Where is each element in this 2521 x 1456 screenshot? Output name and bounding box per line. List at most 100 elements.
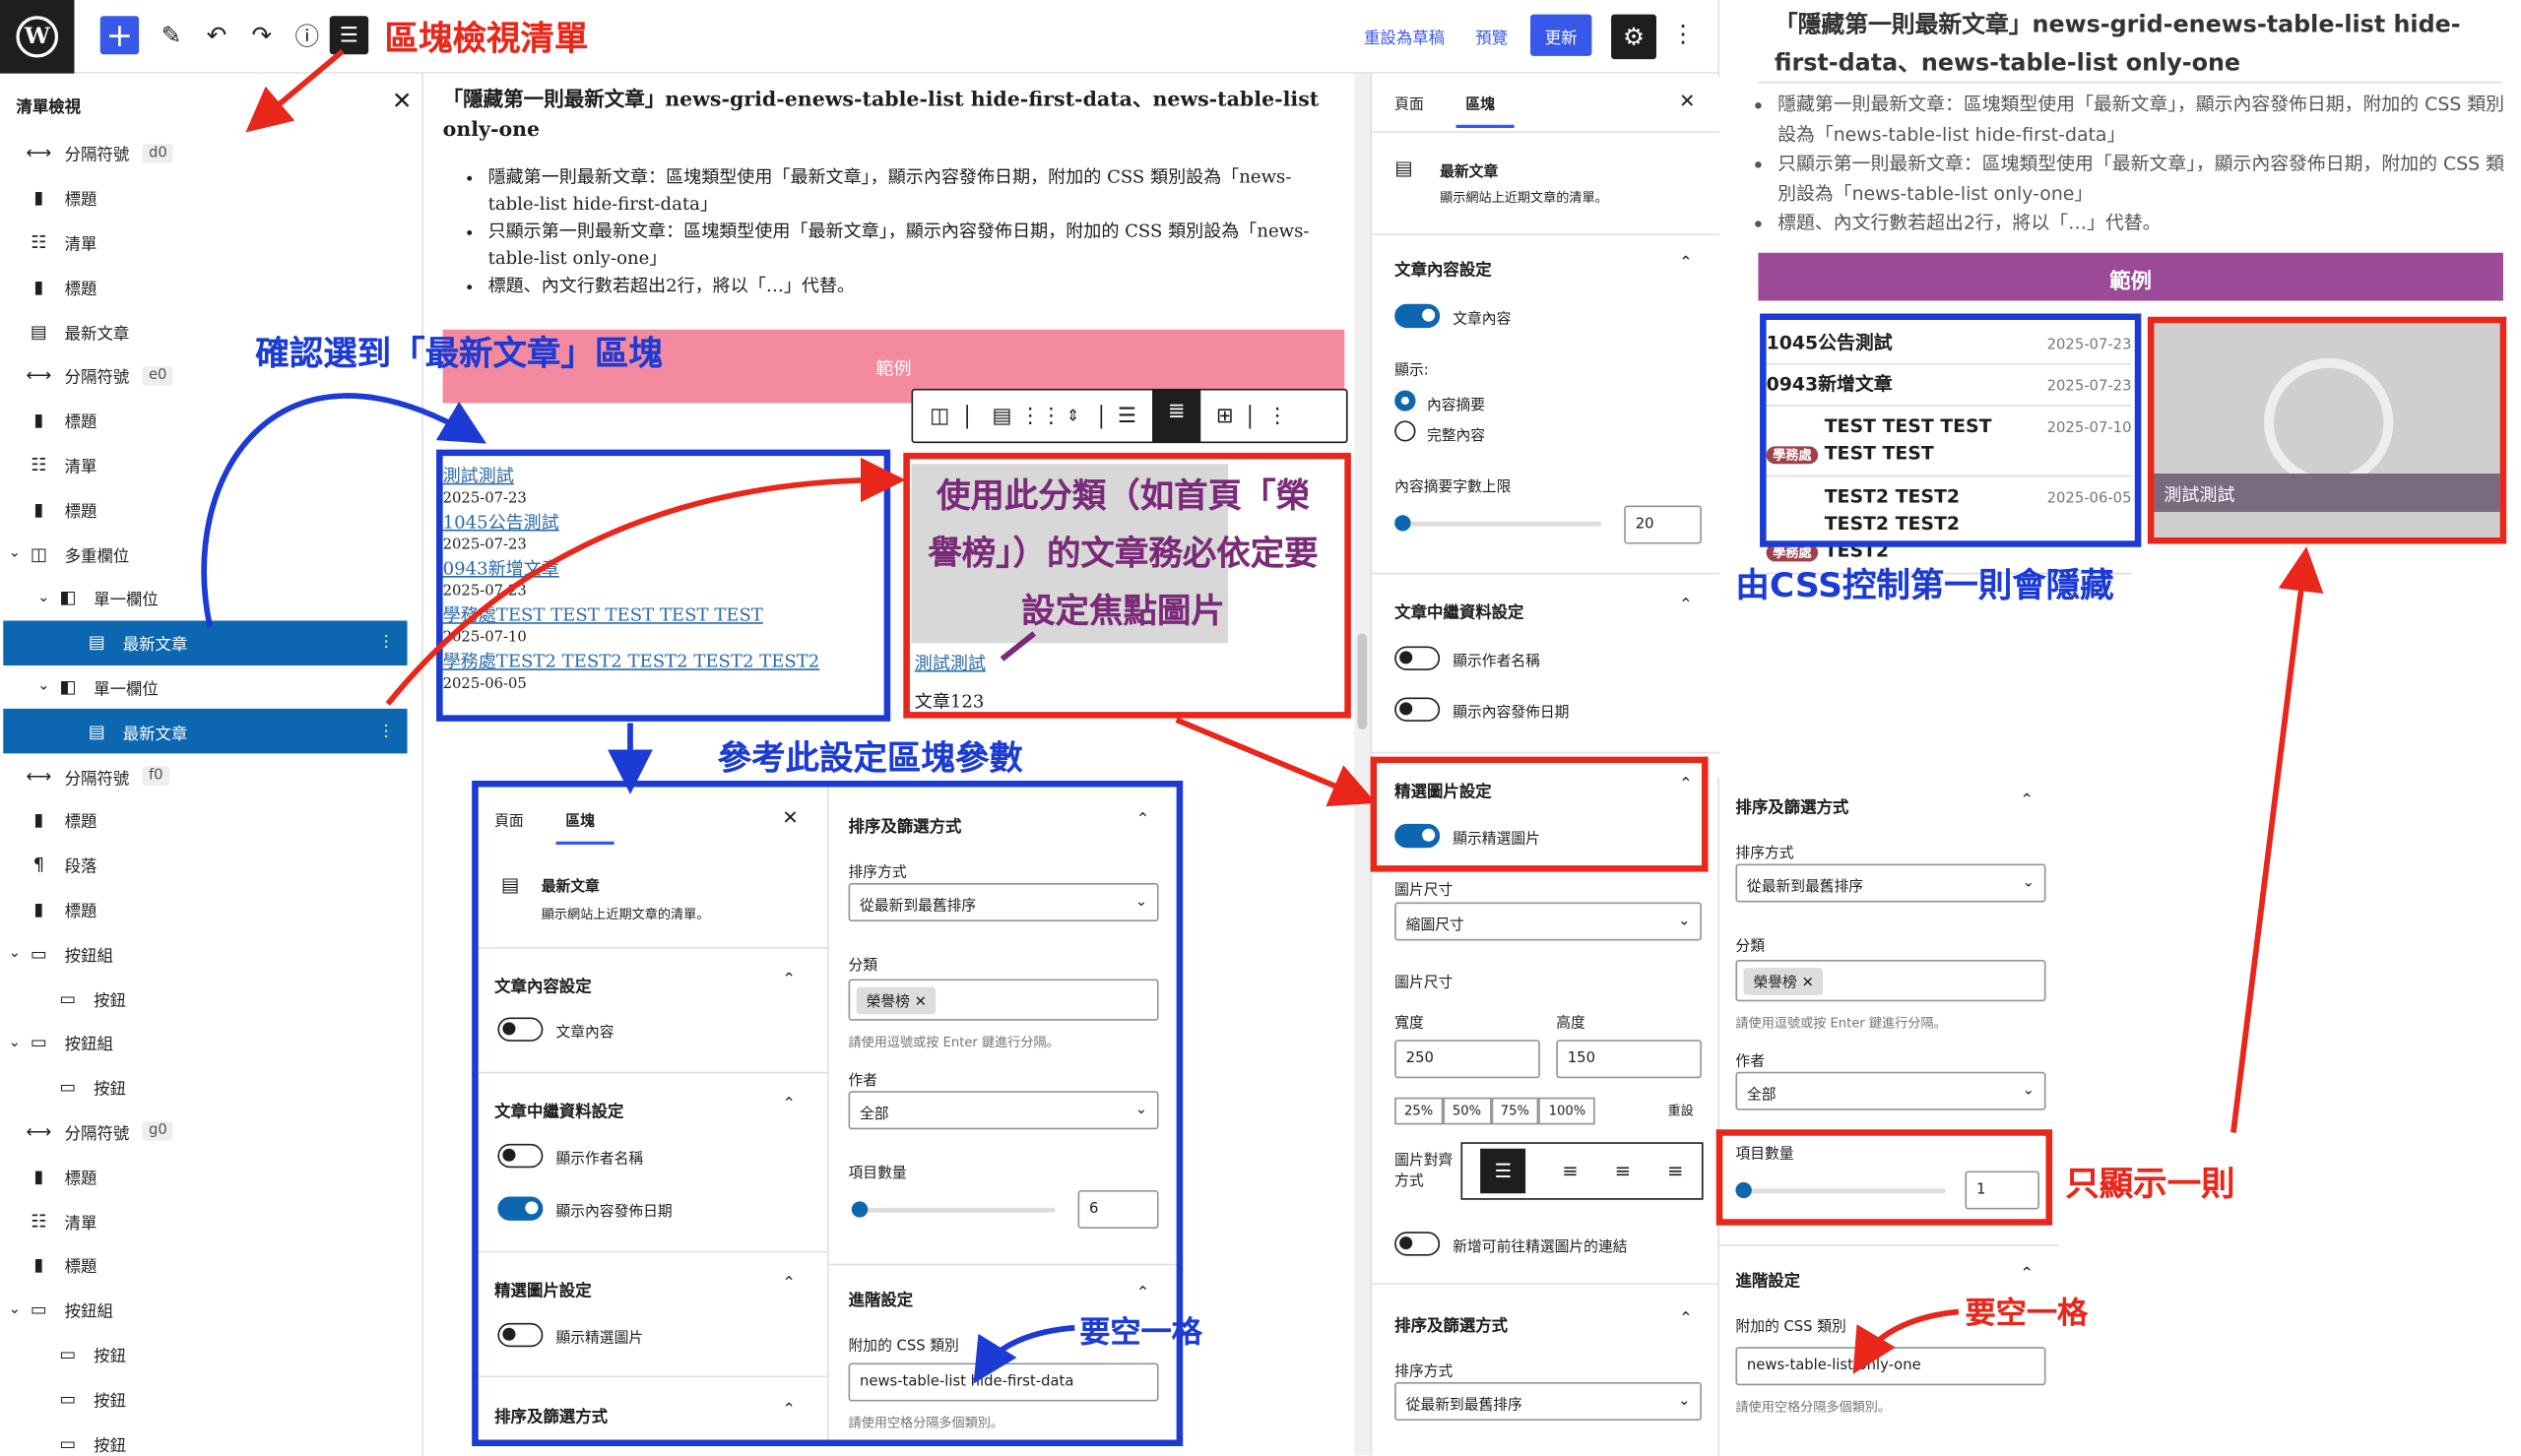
pct-50-button[interactable]: 50% xyxy=(1443,1097,1491,1125)
wordpress-logo[interactable]: W xyxy=(0,0,75,74)
preview-link[interactable]: 預覽 xyxy=(1475,24,1508,48)
list-view-row[interactable]: ▭ 按鈕 xyxy=(3,1421,407,1455)
update-button[interactable]: 更新 xyxy=(1530,14,1592,56)
list-view-row[interactable]: ☷ 清單 xyxy=(3,1198,407,1242)
list-view-row[interactable]: ☷ 清單 xyxy=(3,221,407,265)
chevron-down-icon[interactable]: ⌄ xyxy=(3,946,26,962)
align-icon[interactable]: ☰ xyxy=(1100,404,1153,428)
post-content-toggle[interactable] xyxy=(1394,303,1441,329)
height-input[interactable]: 150 xyxy=(1556,1040,1702,1079)
sort-select[interactable]: 從最新到最舊排序 ⌄ xyxy=(1735,863,2046,903)
chevron-down-icon[interactable]: ⌄ xyxy=(3,545,26,561)
grid-layout-icon[interactable]: ⊞ xyxy=(1200,404,1249,427)
more-options-icon[interactable]: ⋮ xyxy=(378,634,394,652)
full-content-radio[interactable] xyxy=(1394,420,1416,442)
reset-button[interactable]: 重設 xyxy=(1668,1103,1694,1120)
css-class-input[interactable]: news-table-list only-one xyxy=(1735,1347,2046,1386)
info-icon[interactable]: ⓘ xyxy=(288,16,326,54)
chevron-up-icon[interactable]: ⌃ xyxy=(1679,597,1693,614)
list-view-row[interactable]: ▮ 標題 xyxy=(3,265,407,309)
chevron-up-icon[interactable]: ⌃ xyxy=(2020,791,2034,809)
more-options-icon[interactable]: ⋮ xyxy=(1249,404,1304,428)
list-view-row[interactable]: ▭ 按鈕 xyxy=(3,1376,407,1421)
pencil-icon[interactable]: ✎ xyxy=(152,16,190,54)
list-view-row[interactable]: ▮ 標題 xyxy=(3,1243,407,1288)
align-center-icon[interactable]: ≡ xyxy=(1562,1160,1579,1182)
sort-section-title[interactable]: 排序及篩選方式 xyxy=(1394,1312,1508,1336)
posts-icon[interactable]: ▤ xyxy=(984,404,1019,427)
featured-link-toggle[interactable] xyxy=(1394,1232,1441,1256)
more-options-icon[interactable]: ⋮ xyxy=(378,723,394,740)
list-view-row[interactable]: ▮ 標題 xyxy=(3,175,407,220)
close-icon[interactable]: ✕ xyxy=(1802,976,1814,991)
author-select[interactable]: 全部 ⌄ xyxy=(1735,1071,2046,1110)
align-right-icon[interactable]: ≡ xyxy=(1615,1160,1632,1182)
undo-icon[interactable]: ↶ xyxy=(197,16,235,54)
image-size-select[interactable]: 縮圖尺寸 ⌄ xyxy=(1394,902,1702,941)
list-view-row[interactable]: ▤ 最新文章 ⋮ xyxy=(3,620,408,665)
list-view-row[interactable]: ▮ 標題 xyxy=(3,887,407,931)
save-draft-link[interactable]: 重設為草稿 xyxy=(1364,24,1445,48)
pct-100-button[interactable]: 100% xyxy=(1538,1097,1596,1125)
show-author-toggle[interactable] xyxy=(1394,646,1441,670)
chevron-down-icon[interactable]: ⌄ xyxy=(3,1035,26,1050)
tab-page[interactable]: 頁面 xyxy=(1394,93,1424,113)
columns-icon: ◫ xyxy=(30,542,47,564)
chevron-down-icon[interactable]: ⌄ xyxy=(3,1301,26,1317)
list-view-row[interactable]: ⌄ ▭ 按鈕組 xyxy=(3,1288,407,1332)
list-view-row[interactable]: ▭ 按鈕 xyxy=(3,977,407,1021)
add-block-button[interactable]: + xyxy=(99,16,140,55)
list-view-row[interactable]: ▮ 標題 xyxy=(3,798,407,843)
list-view-row[interactable]: ▮ 標題 xyxy=(3,398,407,442)
chevron-up-icon[interactable]: ⌃ xyxy=(1679,254,1693,272)
show-date-toggle[interactable] xyxy=(1394,697,1441,722)
list-view-row[interactable]: ⌄ ◫ 多重欄位 xyxy=(3,532,407,576)
align-wide-icon[interactable]: ≡ xyxy=(1667,1160,1684,1182)
list-view-row[interactable]: ⌄ ◧ 單一欄位 xyxy=(3,576,407,620)
canvas-scrollbar[interactable] xyxy=(1354,73,1371,1456)
list-layout-icon[interactable]: ≣ xyxy=(1152,390,1201,442)
list-view-row[interactable]: ⌄ ▭ 按鈕組 xyxy=(3,931,407,976)
excerpt-max-input[interactable]: 20 xyxy=(1624,505,1702,544)
more-options-icon[interactable]: ⋮ xyxy=(1671,20,1696,48)
list-view-row[interactable]: ⟷ 分隔符號 f0 xyxy=(3,754,407,798)
align-left-icon[interactable]: ☰ xyxy=(1480,1148,1526,1194)
list-view-row[interactable]: ☷ 清單 xyxy=(3,442,407,486)
pct-25-button[interactable]: 25% xyxy=(1394,1097,1444,1125)
chevron-up-icon[interactable]: ⌃ xyxy=(1679,1310,1693,1328)
advanced-section-title[interactable]: 進階設定 xyxy=(1735,1267,1800,1292)
settings-gear-button[interactable]: ⚙ xyxy=(1611,14,1657,60)
pct-75-button[interactable]: 75% xyxy=(1490,1097,1539,1125)
sort-select[interactable]: 從最新到最舊排序 ⌄ xyxy=(1394,1382,1702,1421)
excerpt-slider[interactable] xyxy=(1394,515,1602,532)
list-view-row[interactable]: ⟷ 分隔符號 g0 xyxy=(3,1109,407,1154)
excerpt-radio[interactable] xyxy=(1394,390,1416,411)
list-view-button[interactable]: ☰ xyxy=(329,16,369,55)
bullet-list[interactable]: 隱藏第一則最新文章：區塊類型使用「最新文章」，顯示內容發佈日期，附加的 CSS … xyxy=(488,163,1338,299)
chevron-down-icon[interactable]: ⌄ xyxy=(32,590,55,605)
tab-block[interactable]: 區塊 xyxy=(1465,93,1495,113)
redo-icon[interactable]: ↷ xyxy=(242,16,281,54)
chevron-down-icon[interactable]: ⌄ xyxy=(32,679,55,695)
drag-handle-icon[interactable]: ⋮⋮ xyxy=(1019,404,1062,427)
list-view-row[interactable]: ▭ 按鈕 xyxy=(3,1065,407,1109)
width-input[interactable]: 250 xyxy=(1394,1040,1540,1079)
chevron-up-icon[interactable]: ⌃ xyxy=(2020,1265,2034,1283)
list-view-row[interactable]: ▮ 標題 xyxy=(3,1154,407,1198)
list-view-row[interactable]: ⌄ ◧ 單一欄位 xyxy=(3,665,407,709)
list-view-row[interactable]: ▭ 按鈕 xyxy=(3,1332,407,1376)
list-view-row[interactable]: ▤ 最新文章 ⋮ xyxy=(3,709,408,754)
list-view-row[interactable]: ▮ 標題 xyxy=(3,487,407,532)
columns-icon[interactable]: ◫ xyxy=(913,404,968,428)
sort-section-title[interactable]: 排序及篩選方式 xyxy=(1735,793,1848,818)
list-view-row[interactable]: ⟷ 分隔符號 d0 xyxy=(3,131,407,175)
list-view-row[interactable]: ⌄ ▭ 按鈕組 xyxy=(3,1021,407,1065)
close-icon[interactable]: ✕ xyxy=(392,87,413,115)
move-up-down-icon[interactable]: ⇕ xyxy=(1056,408,1091,425)
list-view-row[interactable]: ¶ 段落 xyxy=(3,843,407,887)
meta-section-title[interactable]: 文章中繼資料設定 xyxy=(1394,599,1523,622)
close-icon[interactable]: ✕ xyxy=(1679,90,1696,112)
content-section-title[interactable]: 文章內容設定 xyxy=(1394,256,1491,281)
category-chip[interactable]: 榮譽榜 ✕ xyxy=(1743,968,1824,995)
page-heading[interactable]: 「隱藏第一則最新文章」news-grid-enews-table-list hi… xyxy=(443,84,1341,145)
